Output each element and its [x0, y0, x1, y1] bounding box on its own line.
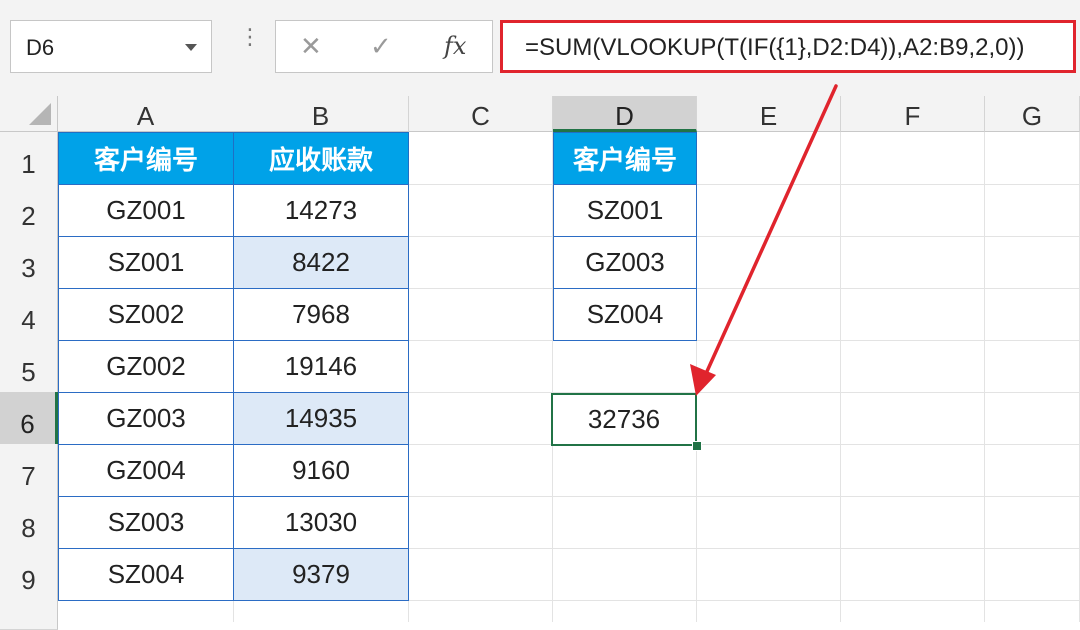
annotation-arrow — [690, 84, 838, 396]
